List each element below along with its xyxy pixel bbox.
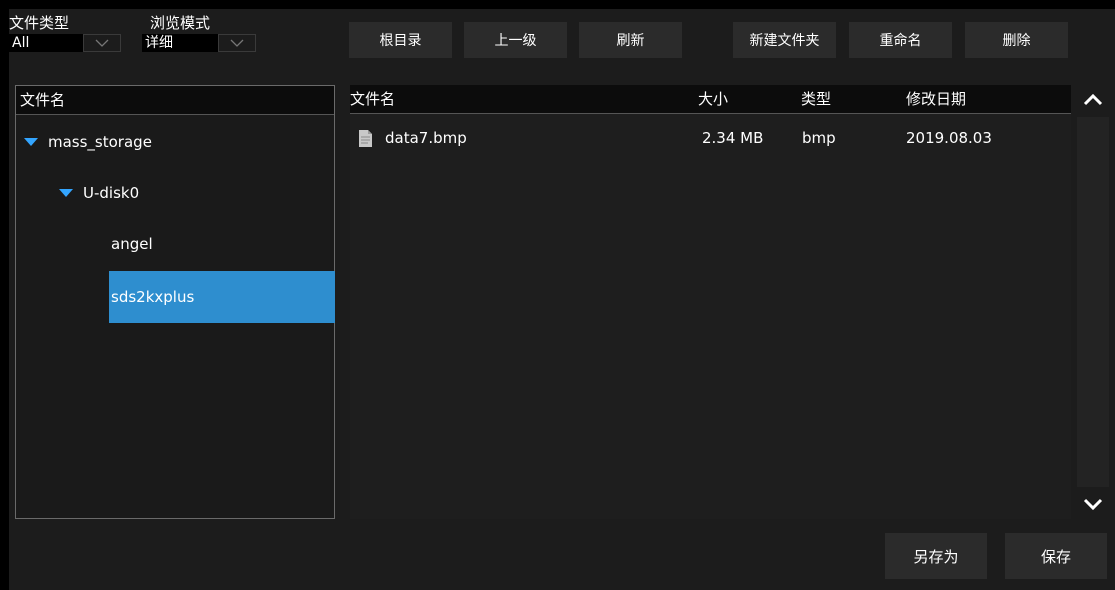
tree-header: 文件名 <box>16 86 334 115</box>
file-size: 2.34 MB <box>702 129 764 147</box>
file-browser-window: 文件类型 All 浏览模式 详细 根目录 上一级 刷新 新建文件夹 重命名 删除… <box>9 9 1115 590</box>
refresh-button[interactable]: 刷新 <box>579 22 682 58</box>
browse-mode-select[interactable]: 详细 <box>142 34 256 52</box>
table-row[interactable]: data7.bmp 2.34 MB bmp 2019.08.03 <box>350 127 1071 151</box>
root-dir-button[interactable]: 根目录 <box>349 22 452 58</box>
file-type-select[interactable]: All <box>9 34 121 52</box>
tree-item-label: sds2kxplus <box>111 288 195 306</box>
file-date: 2019.08.03 <box>906 129 992 147</box>
parent-dir-button[interactable]: 上一级 <box>464 22 567 58</box>
chevron-down-icon[interactable] <box>83 34 121 52</box>
column-header-size[interactable]: 大小 <box>698 85 728 114</box>
file-type-label: 文件类型 <box>9 14 70 32</box>
browse-mode-value: 详细 <box>142 34 218 52</box>
file-icon <box>358 129 373 152</box>
triangle-down-icon[interactable] <box>59 189 73 197</box>
tree-item-label: mass_storage <box>48 133 152 151</box>
column-header-date[interactable]: 修改日期 <box>906 85 966 114</box>
folder-tree-panel: 文件名 mass_storage U-disk0 angel sds2kxplu… <box>15 85 335 519</box>
chevron-up-icon[interactable] <box>1071 85 1115 115</box>
save-button[interactable]: 保存 <box>1005 533 1107 579</box>
chevron-down-icon[interactable] <box>218 34 256 52</box>
column-header-type[interactable]: 类型 <box>801 85 831 114</box>
rename-button[interactable]: 重命名 <box>849 22 952 58</box>
browse-mode-label: 浏览模式 <box>150 14 211 32</box>
scrollbar-track[interactable] <box>1077 117 1109 487</box>
scrollbar[interactable] <box>1071 85 1115 519</box>
file-list-panel: 文件名 大小 类型 修改日期 data7.bmp 2.34 MB bmp 201… <box>350 85 1115 519</box>
file-list-header: 文件名 大小 类型 修改日期 <box>350 85 1071 114</box>
tree-item-mass-storage[interactable]: mass_storage <box>24 133 152 151</box>
tree-item-u-disk0[interactable]: U-disk0 <box>59 184 139 202</box>
file-type-value: All <box>9 34 83 52</box>
file-type: bmp <box>802 129 836 147</box>
triangle-down-icon[interactable] <box>24 138 38 146</box>
column-header-name[interactable]: 文件名 <box>350 85 395 114</box>
tree-item-label: U-disk0 <box>83 184 140 202</box>
chevron-down-icon[interactable] <box>1071 489 1115 519</box>
tree-item-angel[interactable]: angel <box>111 235 153 253</box>
new-folder-button[interactable]: 新建文件夹 <box>733 22 836 58</box>
save-as-button[interactable]: 另存为 <box>885 533 987 579</box>
delete-button[interactable]: 删除 <box>965 22 1068 58</box>
tree-item-label: angel <box>111 235 153 253</box>
file-name: data7.bmp <box>385 129 467 147</box>
tree-item-sds2kxplus-selected[interactable]: sds2kxplus <box>109 271 335 323</box>
